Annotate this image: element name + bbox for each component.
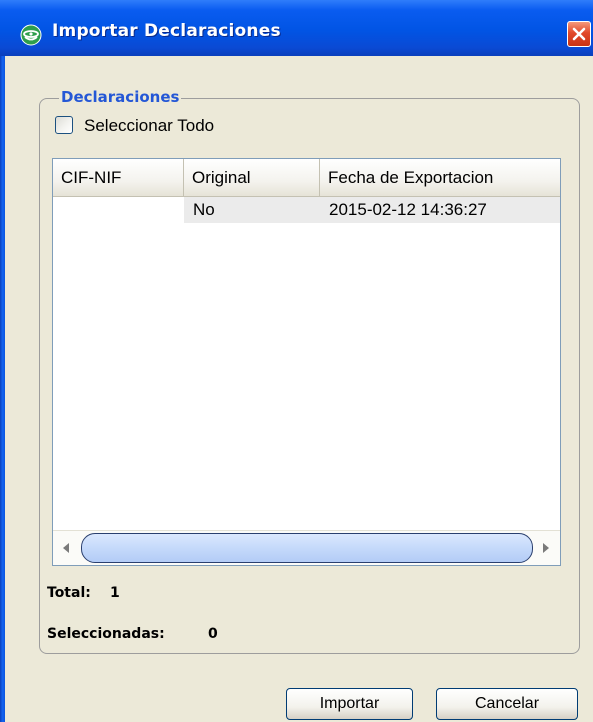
column-header-original[interactable]: Original (184, 159, 320, 196)
column-header-fecha[interactable]: Fecha de Exportacion (320, 159, 560, 196)
selected-label: Seleccionadas: (47, 626, 165, 642)
column-header-cif-nif[interactable]: CIF-NIF (53, 159, 184, 196)
app-logo-icon (20, 24, 42, 46)
arrow-right-icon (531, 543, 559, 565)
cancel-button[interactable]: Cancelar (436, 688, 578, 720)
table-row[interactable]: No 2015-02-12 14:36:27 (53, 197, 560, 223)
title-bar[interactable]: Importar Declaraciones (0, 0, 593, 56)
selected-value: 0 (208, 626, 218, 642)
arrow-left-icon (53, 543, 81, 565)
window-left-border (0, 56, 5, 722)
table-body: No 2015-02-12 14:36:27 (53, 197, 560, 529)
scroll-right-button[interactable] (531, 535, 559, 561)
select-all-checkbox[interactable] (55, 116, 73, 134)
cell-cif-nif[interactable] (53, 197, 184, 223)
scroll-left-button[interactable] (53, 535, 81, 561)
import-button[interactable]: Importar (286, 688, 413, 720)
window-title: Importar Declaraciones (52, 21, 281, 41)
select-all-label[interactable]: Seleccionar Todo (84, 115, 214, 137)
total-value: 1 (110, 585, 120, 601)
declarations-table: CIF-NIF Original Fecha de Exportacion No… (52, 158, 561, 566)
cell-fecha[interactable]: 2015-02-12 14:36:27 (320, 197, 560, 223)
close-button[interactable] (567, 21, 591, 47)
cell-original[interactable]: No (184, 197, 320, 223)
scroll-thumb[interactable] (81, 533, 533, 563)
import-dialog: Importar Declaraciones Declaraciones Sel… (0, 0, 593, 722)
group-legend: Declaraciones (59, 87, 182, 107)
horizontal-scrollbar[interactable] (53, 530, 560, 565)
table-header: CIF-NIF Original Fecha de Exportacion (53, 159, 560, 197)
total-label: Total: (47, 585, 91, 601)
